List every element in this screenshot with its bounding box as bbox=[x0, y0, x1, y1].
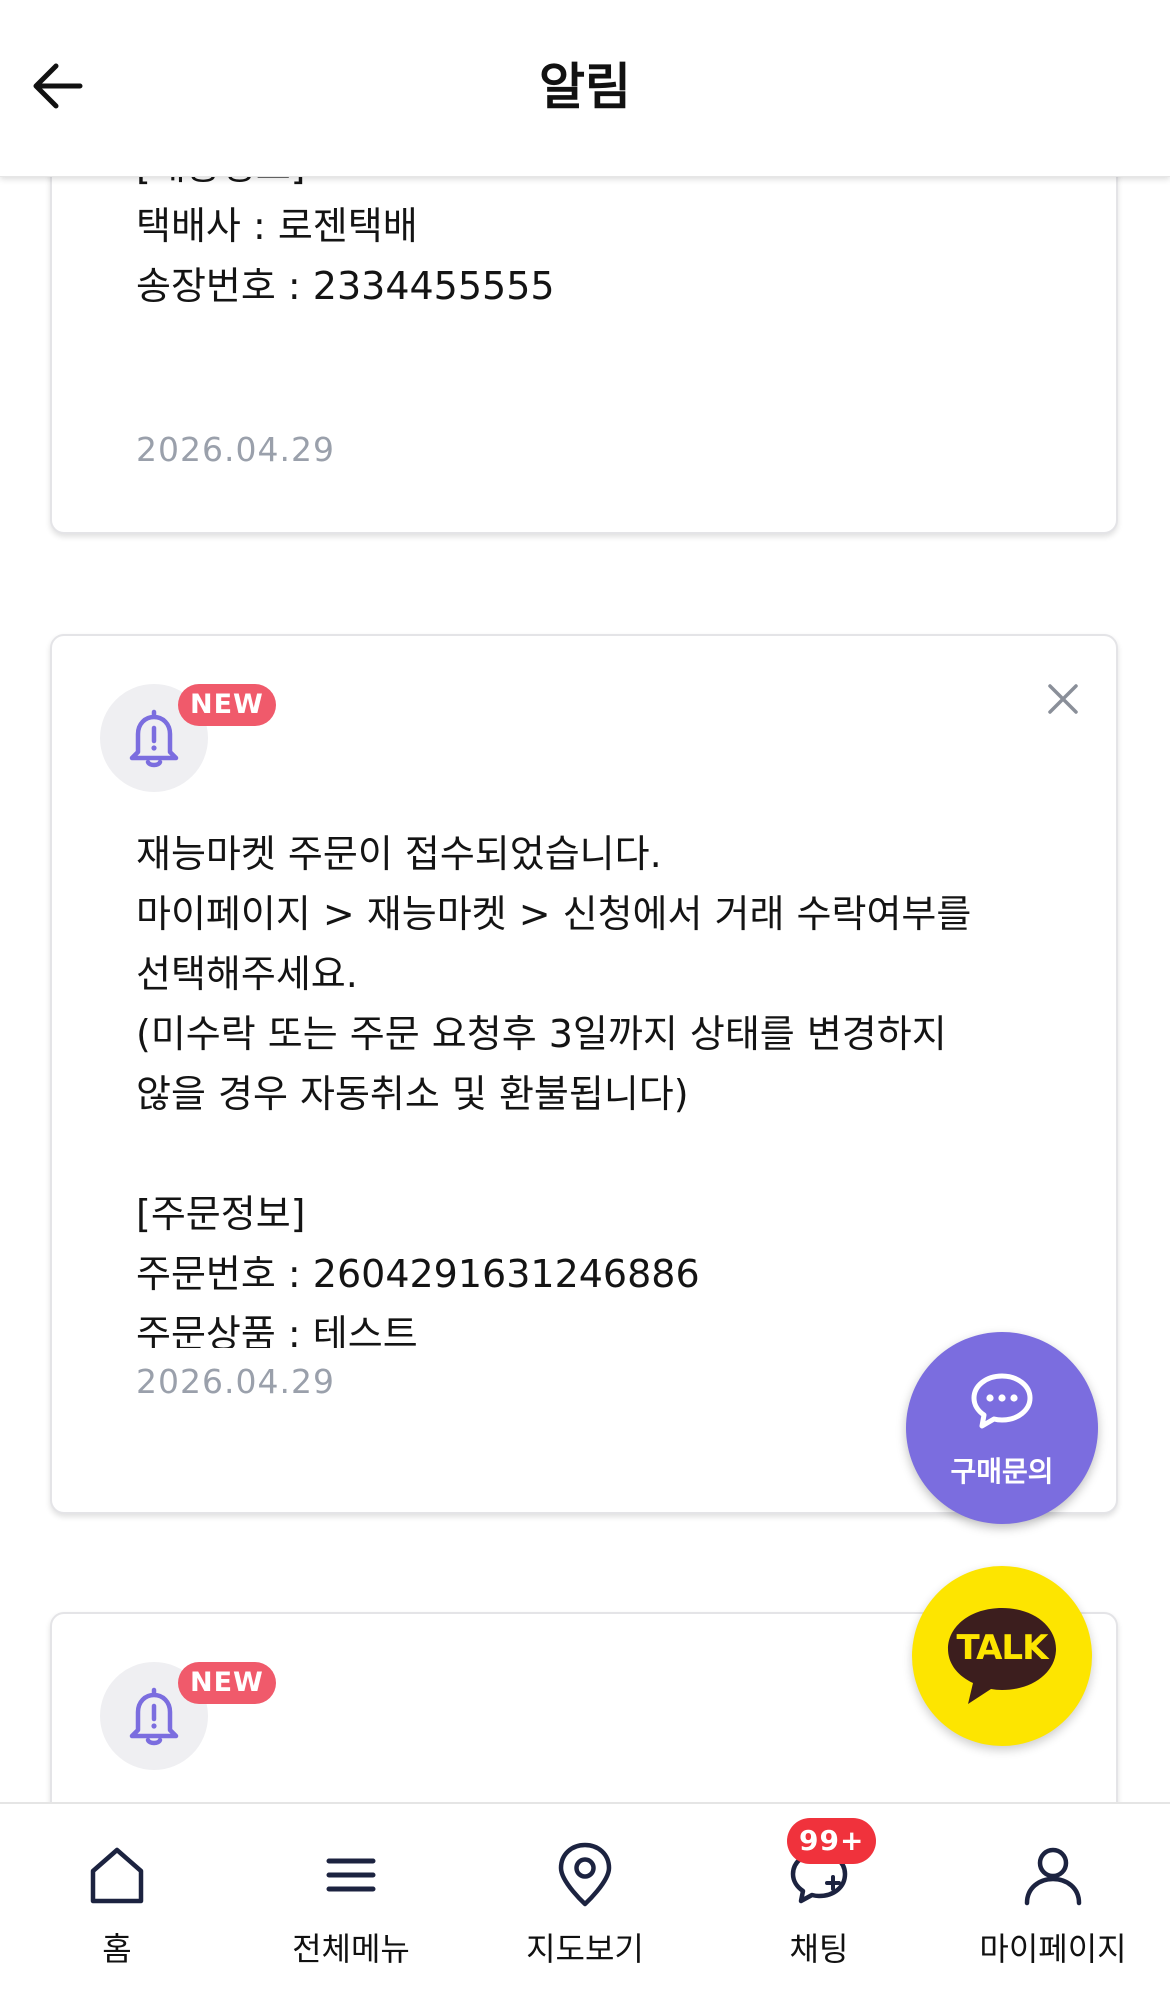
top-bar: 알림 bbox=[0, 0, 1170, 177]
notification-message: [배송정보] 택배사 : 로젠택배 송장번호 : 2334455555 bbox=[136, 176, 555, 308]
nav-item-menu[interactable]: 전체메뉴 bbox=[234, 1804, 468, 1992]
nav-item-mypage[interactable]: 마이페이지 bbox=[936, 1804, 1170, 1992]
menu-icon bbox=[316, 1840, 386, 1910]
nav-item-map[interactable]: 지도보기 bbox=[468, 1804, 702, 1992]
page-title: 알림 bbox=[539, 58, 631, 116]
bottom-navigation: 홈 전체메뉴 지도보기 99+ 채팅 마이페이지 bbox=[0, 1802, 1170, 1992]
new-badge: NEW bbox=[178, 684, 276, 726]
notification-card[interactable]: [배송정보] 택배사 : 로젠택배 송장번호 : 2334455555 2026… bbox=[50, 176, 1118, 534]
notification-date: 2026.04.29 bbox=[136, 1362, 335, 1401]
nav-item-home[interactable]: 홈 bbox=[0, 1804, 234, 1992]
map-pin-icon bbox=[550, 1840, 620, 1910]
notification-message: 재능마켓 주문이 접수되었습니다. 마이페이지 > 재능마켓 > 신청에서 거래… bbox=[136, 832, 972, 1348]
kakao-talk-button[interactable]: TALK bbox=[912, 1566, 1092, 1746]
app-root: 알림 [배송정보] 택배사 : 로젠택배 송장번호 : 2334455555 2… bbox=[0, 0, 1170, 1992]
bell-icon bbox=[129, 709, 179, 768]
nav-label-menu: 전체메뉴 bbox=[292, 1930, 410, 1968]
notification-list[interactable]: [배송정보] 택배사 : 로젠택배 송장번호 : 2334455555 2026… bbox=[0, 176, 1170, 1802]
nav-item-chat[interactable]: 99+ 채팅 bbox=[702, 1804, 936, 1992]
purchase-inquiry-label: 구매문의 bbox=[950, 1455, 1054, 1488]
chat-bubble-icon bbox=[971, 1373, 1033, 1429]
new-badge: NEW bbox=[178, 1662, 276, 1704]
nav-label-map: 지도보기 bbox=[526, 1930, 644, 1968]
nav-label-mypage: 마이페이지 bbox=[979, 1930, 1127, 1968]
dismiss-button[interactable] bbox=[1038, 674, 1088, 724]
message-clip: 재능마켓 주문이 접수되었습니다. 마이페이지 > 재능마켓 > 신청에서 거래… bbox=[52, 824, 1116, 1348]
user-icon bbox=[1018, 1840, 1088, 1910]
home-icon bbox=[82, 1840, 152, 1910]
kakao-talk-label: TALK bbox=[956, 1628, 1049, 1668]
nav-label-chat: 채팅 bbox=[789, 1930, 849, 1968]
purchase-inquiry-button[interactable]: 구매문의 bbox=[906, 1332, 1098, 1524]
close-icon bbox=[1048, 684, 1078, 714]
bell-icon bbox=[129, 1687, 179, 1746]
nav-label-home: 홈 bbox=[102, 1930, 132, 1968]
chat-unread-badge: 99+ bbox=[787, 1818, 877, 1864]
notification-date: 2026.04.29 bbox=[136, 430, 335, 469]
